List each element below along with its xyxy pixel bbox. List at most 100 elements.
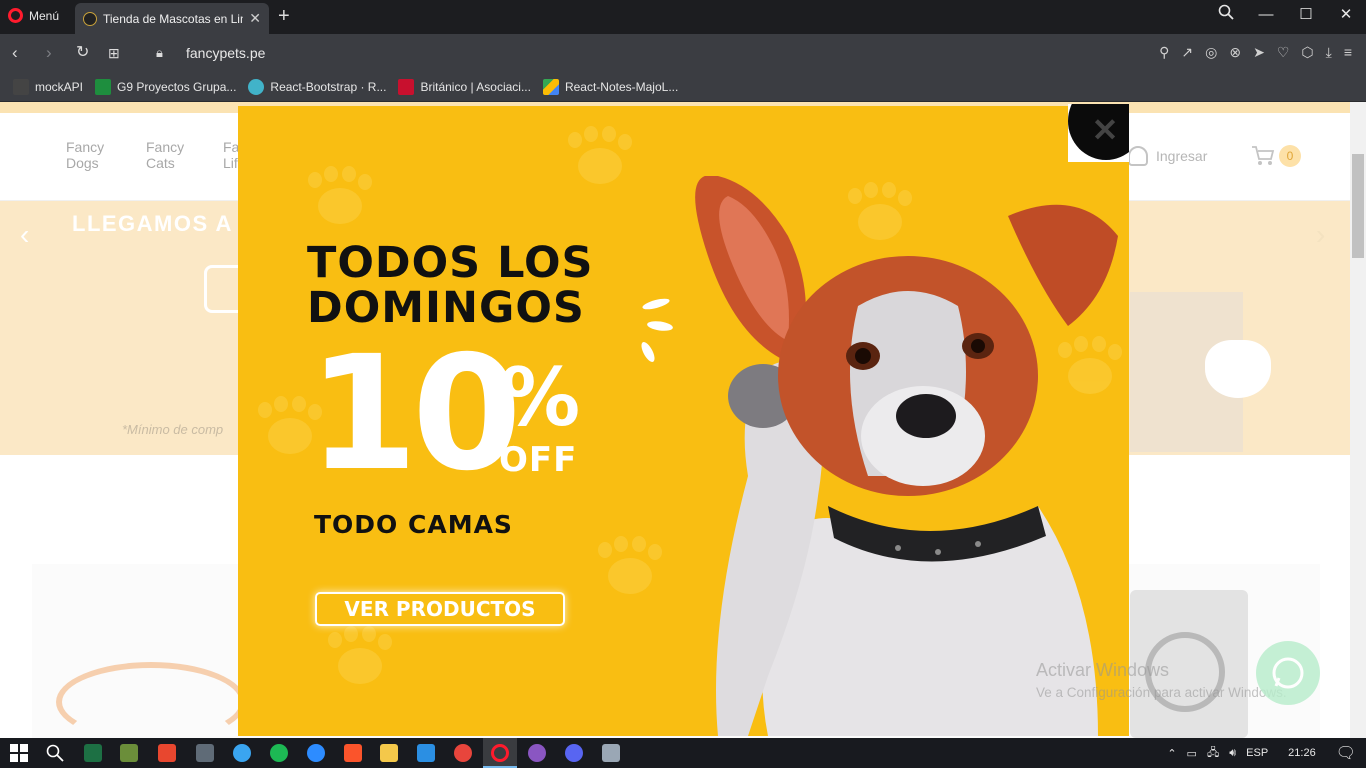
app-blue-icon[interactable] [233,744,251,762]
discord-icon[interactable] [565,744,583,762]
promo-headline: TODOS LOS DOMINGOS [307,241,593,331]
url-field[interactable]: fancypets.pe [186,45,265,61]
tab-close-icon[interactable]: ✕ [249,10,261,27]
back-icon[interactable]: ‹ [12,43,18,63]
bookmark-react-bootstrap[interactable]: React-Bootstrap · R... [248,78,386,95]
sparkle-icon [641,298,673,362]
menu-label: Menú [29,8,60,23]
maximize-icon[interactable]: ☐ [1286,5,1326,23]
system-tray: ⌃ ▭ 🖧︎ 🔊︎ ESP 21:26 🗨︎ [1167,738,1356,768]
window-close-icon[interactable]: ✕ [1326,5,1366,23]
uk-flag-icon [398,78,415,95]
nav-fancy-life[interactable]: Fa Lif [223,139,239,171]
zoom-app-icon[interactable] [307,744,325,762]
snapshot-icon[interactable]: ◎ [1205,44,1217,61]
new-tab-button[interactable]: + [278,6,290,26]
bookmark-react-notes[interactable]: React-Notes-MajoL... [542,78,678,95]
adblock-icon[interactable]: ⊗ [1229,44,1241,61]
tab-favicon-icon [83,11,97,26]
discount-percent: % [500,351,581,444]
react-bootstrap-icon [248,78,265,95]
excel-icon[interactable] [84,744,102,762]
tabs-grid-icon[interactable]: ⊞ [108,43,120,63]
cart-count-badge: 0 [1279,145,1301,167]
photos-icon[interactable] [602,744,620,762]
minecraft-icon[interactable] [120,744,138,762]
activate-windows-title: Activar Windows [1036,660,1170,680]
opera-taskbar-button[interactable] [483,738,517,768]
dog-image [695,176,1118,736]
windows-start-icon[interactable] [10,744,28,762]
notifications-icon[interactable]: 🗨︎ [1336,743,1356,763]
address-tools: ⚲ ↗ ◎ ⊗ ➤ ♡ ⬡ ⤓ ≡ [1159,44,1352,61]
forward-icon[interactable]: › [46,43,52,63]
opera-icon [491,744,509,762]
popup-close-button[interactable]: ✕ [1090,112,1120,148]
banner-title: LLEGAMOS A [72,211,233,236]
whatsapp-button[interactable] [1256,641,1320,705]
user-icon [1128,146,1148,166]
nav-fancy-cats[interactable]: Fancy Cats [146,139,184,171]
drive-icon [542,78,559,95]
file-explorer-icon[interactable] [380,744,398,762]
opera-logo-icon [8,8,23,23]
address-bar: ‹ › ↻ ⊞ 🔒︎ fancypets.pe ⚲ ↗ ◎ ⊗ ➤ ♡ ⬡ ⤓ … [0,34,1366,72]
bookmark-britanico[interactable]: Británico | Asociaci... [398,78,531,95]
windows-taskbar: ⌃ ▭ 🖧︎ 🔊︎ ESP 21:26 🗨︎ [0,738,1366,768]
promo-category: TODO CAMAS [314,510,513,539]
app-icon[interactable] [158,744,176,762]
discount-number: 10 [308,322,522,506]
language-indicator[interactable]: ESP [1246,747,1268,759]
cart-icon [1252,146,1275,165]
reload-icon[interactable]: ↻ [76,43,89,63]
nav-fancy-dogs[interactable]: Fancy Dogs [66,139,104,171]
banner-paw-image [1205,340,1271,398]
vscode-icon[interactable] [417,744,435,762]
promo-popup: TODOS LOS DOMINGOS 10 % OFF TODO CAMAS V… [238,106,1129,736]
search-tabs-icon[interactable] [1206,4,1246,24]
spotify-icon[interactable] [270,744,288,762]
bookmark-g9[interactable]: G9 Proyectos Grupa... [95,78,236,95]
volume-icon[interactable]: 🔊︎ [1229,747,1236,760]
github-desktop-icon[interactable] [528,744,546,762]
active-tab[interactable]: Tienda de Mascotas en Lim ✕ [75,3,269,34]
settings-menu-icon[interactable]: ≡ [1344,44,1352,61]
whatsapp-icon [1272,657,1304,689]
promo-headline-line-1: TODOS LOS [307,238,594,288]
clock[interactable]: 21:26 [1288,747,1316,759]
search-icon[interactable] [46,744,64,762]
sheets-icon [95,78,112,95]
zoom-icon[interactable]: ⚲ [1159,44,1169,61]
banner-prev-icon[interactable]: ‹ [20,219,29,251]
login-label: Ingresar [1156,148,1208,164]
ver-productos-button[interactable]: VER PRODUCTOS [315,592,565,626]
lock-icon[interactable]: 🔒︎ [156,43,163,63]
wallet-icon[interactable]: ⬡ [1301,44,1313,61]
cart-button[interactable]: 0 [1251,145,1301,167]
mockapi-icon [13,78,29,95]
discount-off: OFF [499,440,578,480]
tab-title: Tienda de Mascotas en Lim [103,11,244,26]
share-icon[interactable]: ↗ [1181,44,1193,61]
heart-icon[interactable]: ♡ [1277,44,1290,61]
login-link[interactable]: Ingresar [1128,146,1207,166]
scroll-thumb[interactable] [1352,154,1364,258]
brave-icon[interactable] [344,744,362,762]
product-rope-toy-image[interactable] [56,662,246,738]
window-controls: — ☐ ✕ [1206,0,1366,28]
chrome-icon[interactable] [454,744,472,762]
banner-next-icon[interactable]: › [1316,219,1325,251]
bookmarks-bar: mockAPI G9 Proyectos Grupa... React-Boot… [0,72,1366,102]
minimize-icon[interactable]: — [1246,6,1286,23]
calculator-icon[interactable] [196,744,214,762]
send-icon[interactable]: ➤ [1253,44,1265,61]
network-icon[interactable]: 🖧︎ [1207,744,1219,763]
download-icon[interactable]: ⤓ [1326,44,1332,61]
banner-note: *Mínimo de comp [122,422,224,437]
battery-icon[interactable]: ▭ [1187,747,1197,760]
browser-tabbar: Menú Tienda de Mascotas en Lim ✕ + — ☐ ✕ [0,0,1366,34]
bookmark-mockapi[interactable]: mockAPI [13,78,83,95]
opera-menu-button[interactable]: Menú [8,8,59,23]
tray-chevron-icon[interactable]: ⌃ [1167,747,1176,760]
activate-windows-subtitle: Ve a Configuración para activar Windows. [1036,685,1287,700]
